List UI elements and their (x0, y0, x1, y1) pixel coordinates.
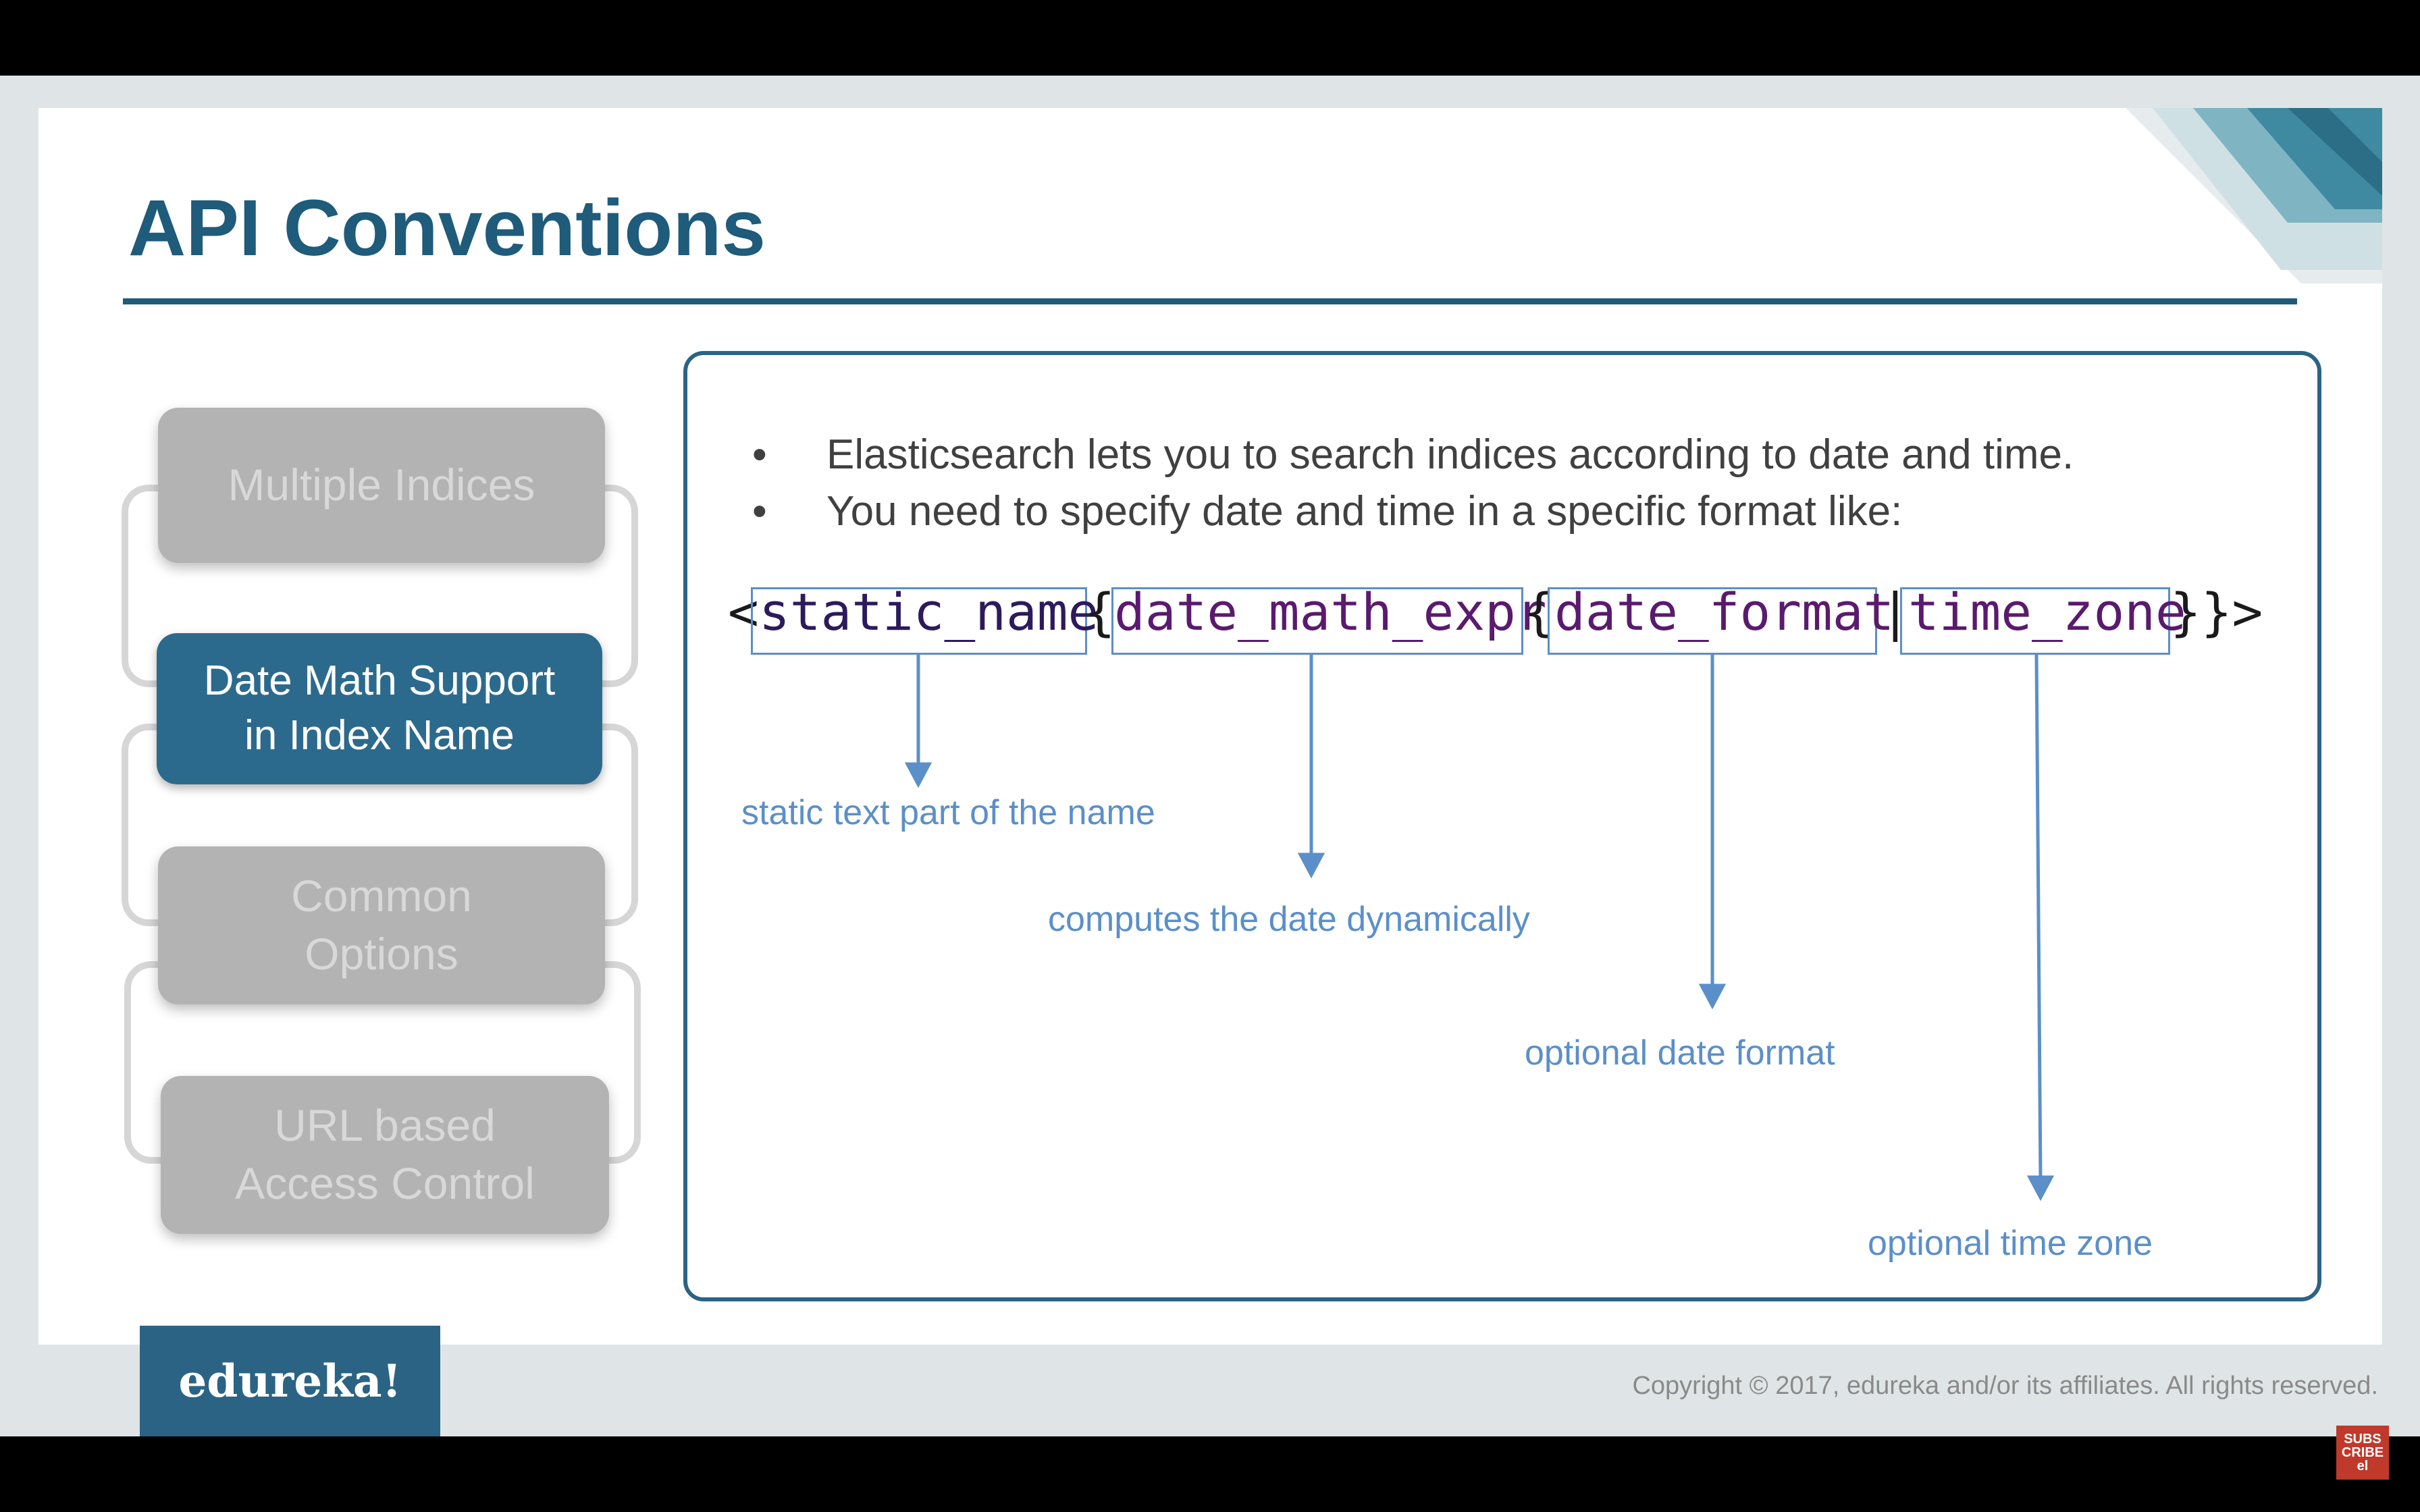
nav-item-common-options[interactable]: Common Options (158, 846, 605, 1004)
note-date-format: optional date format (1525, 1033, 1835, 1073)
bullet-1-text: Elasticsearch lets you to search indices… (826, 431, 2074, 478)
video-frame: API Conventions Multiple Indices Date Ma… (0, 0, 2420, 1512)
bullet-1: • Elasticsearch lets you to search indic… (752, 431, 2074, 479)
edureka-logo: edureka! (140, 1326, 440, 1436)
subscribe-line-2: CRIBE (2341, 1445, 2384, 1460)
syntax-date-math-expr: date_math_expr (1114, 582, 1547, 642)
syntax-close: }}> (2170, 582, 2263, 642)
bullet-dot: • (752, 488, 767, 535)
note-date-math: computes the date dynamically (1048, 900, 1530, 939)
subscribe-badge[interactable]: SUBS CRIBE el (2336, 1426, 2389, 1480)
letterbox-bottom (0, 1436, 2420, 1512)
letterbox-top (0, 0, 2420, 76)
syntax-date-format: date_format (1554, 582, 1895, 642)
title-divider (123, 298, 2297, 304)
bullet-2: • You need to specify date and time in a… (752, 487, 1903, 535)
syntax-static-name: static_name (759, 582, 1099, 642)
syntax-time-zone: time_zone (1908, 582, 2186, 642)
syntax-brace-1: { (1084, 582, 1115, 642)
note-time-zone: optional time zone (1868, 1224, 2153, 1263)
note-static-name: static text part of the name (741, 793, 1155, 832)
subscribe-line-1: SUBS (2344, 1432, 2382, 1447)
page-title: API Conventions (128, 184, 766, 273)
copyright-text: Copyright © 2017, edureka and/or its aff… (1632, 1372, 2378, 1400)
nav-item-url-access-control[interactable]: URL based Access Control (161, 1076, 609, 1234)
nav-item-date-math-support[interactable]: Date Math Support in Index Name (157, 633, 602, 784)
bullet-dot: • (752, 431, 767, 478)
nav-item-multiple-indices[interactable]: Multiple Indices (158, 408, 605, 563)
corner-decoration (2126, 108, 2382, 284)
bullet-2-text: You need to specify date and time in a s… (826, 488, 1903, 535)
subscribe-line-3: el (2357, 1459, 2369, 1474)
